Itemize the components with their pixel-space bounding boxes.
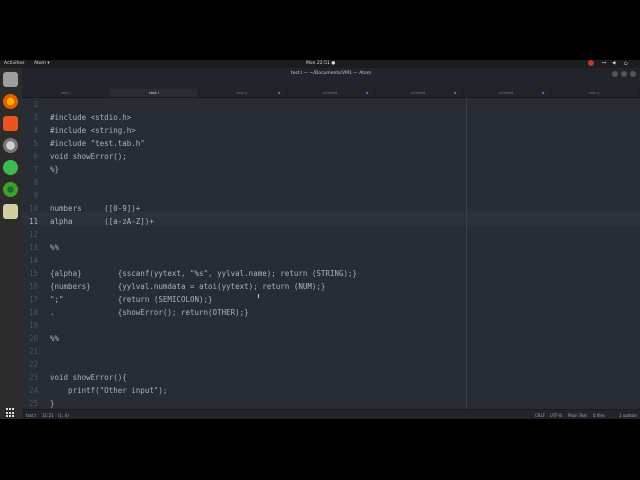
line-number[interactable]: 6 bbox=[22, 150, 38, 163]
tab-untitled-2[interactable]: untitled bbox=[374, 89, 463, 97]
code-line[interactable]: #include "test.tab.h" bbox=[50, 137, 145, 150]
line-number[interactable]: 14 bbox=[22, 254, 38, 267]
code-line[interactable]: . {showError(); return(OTHER);} bbox=[50, 306, 249, 319]
line-number[interactable]: 7 bbox=[22, 163, 38, 176]
status-file[interactable]: test.l bbox=[26, 413, 36, 418]
launcher-dock bbox=[0, 68, 22, 419]
scrollbar[interactable] bbox=[635, 98, 638, 409]
code-line[interactable]: #include <string.h> bbox=[50, 124, 136, 137]
status-encoding[interactable]: UTF-8 bbox=[550, 413, 562, 418]
code-line[interactable]: void showError(){ bbox=[50, 371, 127, 384]
status-bar: test.l 11:21 (1, 4) CRLF UTF-8 Plain Tex… bbox=[22, 409, 640, 419]
power-icon[interactable]: ⏻ bbox=[624, 61, 628, 67]
line-number[interactable]: 10 bbox=[22, 202, 38, 215]
status-update[interactable]: 1 update bbox=[619, 413, 637, 418]
network-icon[interactable]: ⊶ bbox=[602, 61, 607, 66]
wrap-guide bbox=[466, 98, 467, 409]
line-number[interactable]: 4 bbox=[22, 124, 38, 137]
tab-label: test.l bbox=[61, 90, 71, 95]
line-number[interactable]: 17 bbox=[22, 293, 38, 306]
line-number[interactable]: 12 bbox=[22, 228, 38, 241]
tab-calc-y[interactable]: calc.y bbox=[550, 89, 639, 97]
line-number[interactable]: 20 bbox=[22, 332, 38, 345]
text-editor-icon[interactable] bbox=[3, 204, 18, 219]
tab-label: untitled bbox=[322, 90, 338, 95]
activities-button[interactable]: Activities bbox=[4, 61, 25, 66]
tab-untitled-1[interactable]: untitled bbox=[286, 89, 375, 97]
tab-bar: test.l test.l test.y untitled untitled u… bbox=[22, 89, 640, 98]
status-cursor-position[interactable]: 11:21 bbox=[42, 413, 54, 418]
show-applications-icon[interactable] bbox=[6, 408, 16, 418]
tab-untitled-3[interactable]: untitled bbox=[462, 89, 551, 97]
modified-dot-icon bbox=[366, 92, 368, 94]
firefox-icon[interactable] bbox=[3, 94, 18, 109]
tab-label: untitled bbox=[410, 90, 426, 95]
tab-label: calc.y bbox=[588, 90, 600, 95]
close-icon[interactable] bbox=[630, 71, 636, 77]
software-center-icon[interactable] bbox=[3, 116, 18, 131]
modified-dot-icon bbox=[454, 92, 456, 94]
status-line-ending[interactable]: CRLF bbox=[535, 413, 545, 418]
atom-icon[interactable] bbox=[3, 182, 18, 197]
desktop-screen: Activities Atom ▾ Mon 22:51 ● ⊶ ◀ ⏻ test… bbox=[0, 60, 640, 419]
files-icon[interactable] bbox=[3, 72, 18, 87]
notification-icon[interactable] bbox=[588, 60, 594, 66]
line-number-gutter[interactable]: 2 3 4 5 6 7 8 9 10 11 12 13 14 15 16 17 18 19 20 21 22 23 24 25 bbox=[22, 98, 42, 409]
tab-label: test.l bbox=[149, 90, 159, 95]
code-editor[interactable]: 2 3 4 5 6 7 8 9 10 11 12 13 14 15 16 17 18 19 20 21 22 23 24 25… bbox=[22, 98, 640, 409]
code-line[interactable]: %% bbox=[50, 241, 59, 254]
tab-test-l-1[interactable]: test.l bbox=[22, 89, 111, 97]
code-line[interactable]: %% bbox=[50, 332, 59, 345]
code-line[interactable]: %} bbox=[50, 163, 59, 176]
tab-label: untitled bbox=[498, 90, 514, 95]
code-line[interactable]: printf("Other input"); bbox=[50, 384, 167, 397]
line-number[interactable]: 18 bbox=[22, 306, 38, 319]
line-number[interactable]: 22 bbox=[22, 358, 38, 371]
gnome-top-bar: Activities Atom ▾ Mon 22:51 ● ⊶ ◀ ⏻ bbox=[0, 60, 640, 68]
line-number[interactable]: 8 bbox=[22, 176, 38, 189]
code-line[interactable]: ";" {return (SEMICOLON);} bbox=[50, 293, 213, 306]
window-title: test.l — ~/Documents/VM1 — Atom bbox=[290, 71, 372, 76]
line-number[interactable]: 5 bbox=[22, 137, 38, 150]
tab-test-y[interactable]: test.y bbox=[198, 89, 287, 97]
app-icon[interactable] bbox=[3, 160, 18, 175]
line-number[interactable]: 9 bbox=[22, 189, 38, 202]
clock[interactable]: Mon 22:51 ● bbox=[306, 61, 335, 66]
status-selection: (1, 4) bbox=[58, 413, 69, 418]
modified-dot-icon bbox=[542, 92, 544, 94]
line-number[interactable]: 23 bbox=[22, 371, 38, 384]
line-number[interactable]: 2 bbox=[22, 98, 38, 111]
line-number[interactable]: 24 bbox=[22, 384, 38, 397]
line-number[interactable]: 15 bbox=[22, 267, 38, 280]
code-line[interactable]: alpha ([a-zA-Z])+ bbox=[50, 215, 154, 228]
line-number[interactable]: 25 bbox=[22, 397, 38, 409]
menu-bar: FileEditViewSelectionFindPackagesHelp bbox=[22, 80, 640, 97]
line-number[interactable]: 21 bbox=[22, 345, 38, 358]
line-number[interactable]: 19 bbox=[22, 319, 38, 332]
code-line[interactable]: {alpha} {sscanf(yytext, "%s", yylval.nam… bbox=[50, 267, 357, 280]
modified-dot-icon bbox=[278, 92, 280, 94]
code-line[interactable]: void showError(); bbox=[50, 150, 127, 163]
line-number[interactable]: 13 bbox=[22, 241, 38, 254]
code-line[interactable]: } bbox=[50, 397, 55, 409]
code-line[interactable]: #include <stdio.h> bbox=[50, 111, 131, 124]
tab-test-l-2[interactable]: test.l bbox=[110, 89, 199, 97]
mouse-cursor bbox=[258, 294, 259, 298]
line-number[interactable]: 3 bbox=[22, 111, 38, 124]
status-grammar[interactable]: Plain Text bbox=[568, 413, 587, 418]
code-line[interactable]: numbers ([0-9])+ bbox=[50, 202, 140, 215]
code-line[interactable]: {numbers} {yylval.numdata = atoi(yytext)… bbox=[50, 280, 325, 293]
maximize-icon[interactable] bbox=[621, 71, 627, 77]
settings-icon[interactable] bbox=[3, 138, 18, 153]
status-git-files[interactable]: 0 files bbox=[593, 413, 605, 418]
line-number[interactable]: 16 bbox=[22, 280, 38, 293]
tab-label: test.y bbox=[236, 90, 248, 95]
volume-icon[interactable]: ◀ bbox=[612, 61, 615, 66]
line-number[interactable]: 11 bbox=[22, 215, 38, 228]
window-titlebar[interactable]: test.l — ~/Documents/VM1 — Atom bbox=[22, 68, 640, 80]
minimize-icon[interactable] bbox=[612, 71, 618, 77]
app-menu-button[interactable]: Atom ▾ bbox=[34, 61, 50, 66]
